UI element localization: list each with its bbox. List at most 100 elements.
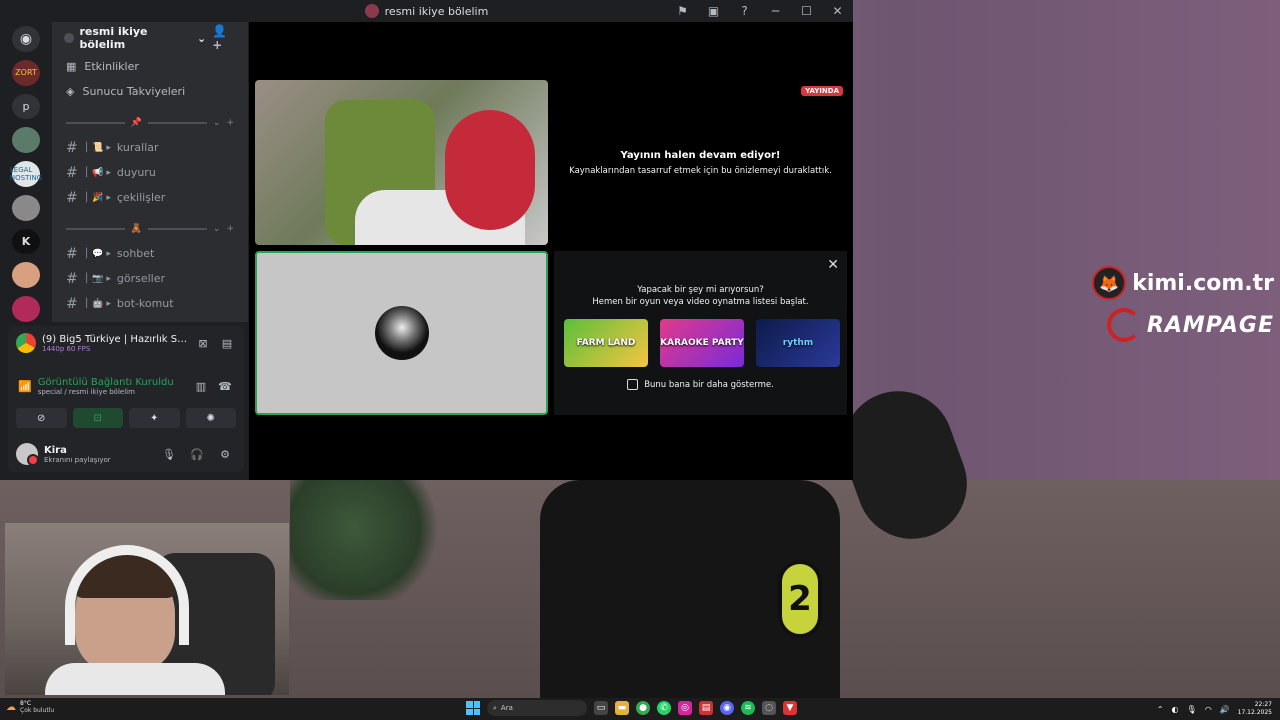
stream-settings-icon[interactable]: ▤ [218, 337, 236, 350]
channel-label: sohbet [116, 247, 155, 260]
channel-duyuru[interactable]: # │ 📢 ▸ duyuru [52, 160, 248, 185]
events-link[interactable]: ▦ Etkinlikler [52, 54, 248, 79]
weather-widget[interactable]: ☁ 8°C Çok bulutlu [6, 700, 54, 714]
channel-kurallar[interactable]: # │ 📜 ▸ kurallar [52, 135, 248, 160]
weather-icon: ☁ [6, 701, 16, 713]
server-boosts-link[interactable]: ◈ Sunucu Takviyeleri [52, 79, 248, 104]
guild-8[interactable] [12, 262, 40, 289]
server-status-icon [64, 33, 74, 43]
guild-zort[interactable]: ZORT [12, 59, 40, 86]
window-controls: ⚑ ▣ ? ─ ☐ ✕ [667, 0, 853, 22]
camera-off-button[interactable]: ⊘ [16, 408, 67, 428]
guild-k[interactable]: K [12, 228, 40, 255]
clock-time: 22:27 [1254, 701, 1272, 708]
signal-icon[interactable]: 📶 [18, 380, 32, 393]
discord-window: resmi ikiye bölelim ⚑ ▣ ? ─ ☐ ✕ ◉ ZORT p… [0, 0, 853, 480]
soundboard-button[interactable]: ✺ [185, 408, 236, 428]
guild-9[interactable] [12, 296, 40, 323]
rampage-brand-text: RAMPAGE [1146, 312, 1274, 338]
stop-stream-icon[interactable]: ⊠ [194, 337, 212, 350]
discord-home-icon[interactable]: ◉ [12, 26, 40, 52]
paused-stream-tile[interactable]: YAYINDA Yayının halen devam ediyor! Kayn… [554, 80, 847, 245]
guild-legal-hosting[interactable]: LEGAL HOSTING [10, 161, 42, 187]
microphone-icon[interactable]: 🎙 [158, 448, 180, 461]
wifi-icon[interactable]: ◠ [1205, 705, 1212, 714]
headphones-icon[interactable]: 🎧 [186, 448, 208, 461]
stream-preview-row[interactable]: (9) Big5 Türkiye | Hazırlık Sez... 1440p… [8, 326, 244, 360]
dont-show-again[interactable]: Bunu bana bir daha gösterme. [554, 379, 847, 390]
server-list: ◉ ZORT p LEGAL HOSTING K [0, 22, 52, 323]
channel-label: duyuru [116, 166, 156, 179]
user-panel: Kira Ekranını paylaşıyor 🎙 🎧 ⚙ [8, 436, 244, 472]
channel-label: görseller [116, 272, 166, 285]
window-title-text: resmi ikiye bölelim [384, 4, 489, 18]
volume-icon[interactable]: 🔊 [1220, 705, 1230, 714]
user-info[interactable]: Kira Ekranını paylaşıyor [44, 445, 152, 464]
whatsapp-icon[interactable]: ✆ [657, 701, 671, 715]
chevron-up-icon[interactable]: ⌃ [1157, 705, 1164, 714]
category-header-1[interactable]: 📌 ⌄ + [52, 110, 248, 135]
participant-camera-tile[interactable] [255, 80, 548, 245]
inbox-flag-icon[interactable]: ⚑ [667, 4, 698, 18]
discord-icon[interactable]: ◉ [720, 701, 734, 715]
screen-share-button[interactable]: ⊡ [72, 408, 123, 428]
connection-channel[interactable]: special / resmi ikiye bölelim [38, 388, 186, 396]
soundboard-icon[interactable]: ▥ [192, 380, 210, 393]
guild-p[interactable]: p [12, 93, 40, 120]
app-red2-icon[interactable]: ▼ [783, 701, 797, 715]
guild-3[interactable] [12, 127, 40, 154]
mic-tray-icon[interactable]: 🎙 [1187, 705, 1197, 714]
checkbox[interactable] [627, 379, 639, 390]
category-divider [148, 227, 207, 230]
stream-title: (9) Big5 Türkiye | Hazırlık Sez... [42, 333, 188, 345]
server-name: resmi ikiye bölelim [79, 25, 148, 51]
add-channel-icon[interactable]: + [226, 118, 234, 128]
user-status: Ekranını paylaşıyor [44, 455, 111, 464]
activities-button[interactable]: ✦ [129, 408, 180, 428]
maximize-button[interactable]: ☐ [791, 4, 822, 18]
channel-gorseller[interactable]: # │ 📷 ▸ görseller [52, 266, 248, 291]
game-karaoke-party[interactable]: KARAOKE PARTY [660, 319, 744, 367]
channel-bot-komut[interactable]: # │ 🤖 ▸ bot-komut [52, 291, 248, 316]
invite-user-icon[interactable]: 👤+ [212, 24, 236, 52]
megaphone-icon: │ 📢 ▸ [84, 167, 111, 178]
screen-icon[interactable]: ▣ [698, 4, 729, 18]
boosts-label: Sunucu Takviyeleri [82, 85, 186, 98]
stream-quality: 1440p 60 FPS [42, 344, 91, 353]
self-tile[interactable] [255, 251, 548, 415]
minimize-button[interactable]: ─ [760, 4, 791, 18]
guild-6[interactable] [12, 194, 40, 221]
spotify-icon[interactable]: ≋ [741, 701, 755, 715]
add-channel-icon[interactable]: + [226, 224, 234, 234]
channel-cekilisler[interactable]: # │ 🎉 ▸ çekilişler [52, 185, 248, 210]
gear-icon[interactable]: ⚙ [214, 448, 236, 461]
chrome-icon[interactable]: ● [636, 701, 650, 715]
instagram-icon[interactable]: ◎ [678, 701, 692, 715]
help-icon[interactable]: ? [729, 4, 760, 18]
tray-app-icon[interactable]: ◐ [1172, 705, 1179, 714]
taskbar-search[interactable]: ⌕ Ara [487, 700, 587, 716]
weather-text: 8°C Çok bulutlu [20, 700, 54, 714]
system-tray: ⌃ ◐ 🎙 ◠ 🔊 22:27 17.12.2025 [1157, 701, 1272, 717]
file-explorer-icon[interactable]: ▬ [615, 701, 629, 715]
disconnect-icon[interactable]: ☎ [216, 380, 234, 393]
activity-suggestion: ✕ Yapacak bir şey mi arıyorsun? Hemen bi… [554, 251, 847, 415]
game-rythm[interactable]: rythm [756, 319, 840, 367]
obs-icon[interactable]: ◌ [762, 701, 776, 715]
channel-sohbet[interactable]: # │ 💬 ▸ sohbet [52, 241, 248, 266]
server-header[interactable]: resmi ikiye bölelim ⌄ 👤+ [52, 22, 248, 54]
chrome-icon [16, 333, 36, 353]
category-emoji-icon: 🧸 [130, 223, 143, 234]
task-view-icon[interactable]: ▭ [594, 701, 608, 715]
app-red-icon[interactable]: ▤ [699, 701, 713, 715]
shorts-number-2: 2 [778, 560, 822, 638]
clock[interactable]: 22:27 17.12.2025 [1238, 701, 1272, 717]
game-farm-land[interactable]: FARM LAND [564, 319, 648, 367]
start-icon[interactable] [466, 701, 480, 715]
close-button[interactable]: ✕ [822, 4, 853, 18]
close-icon[interactable]: ✕ [827, 257, 839, 273]
clock-date: 17.12.2025 [1237, 709, 1272, 716]
category-header-2[interactable]: 🧸 ⌄ + [52, 216, 248, 241]
windows-taskbar: ☁ 8°C Çok bulutlu ⌕ Ara ▭ ▬ ● ✆ ◎ ▤ ◉ ≋ … [0, 698, 1280, 720]
user-avatar[interactable] [16, 443, 39, 466]
